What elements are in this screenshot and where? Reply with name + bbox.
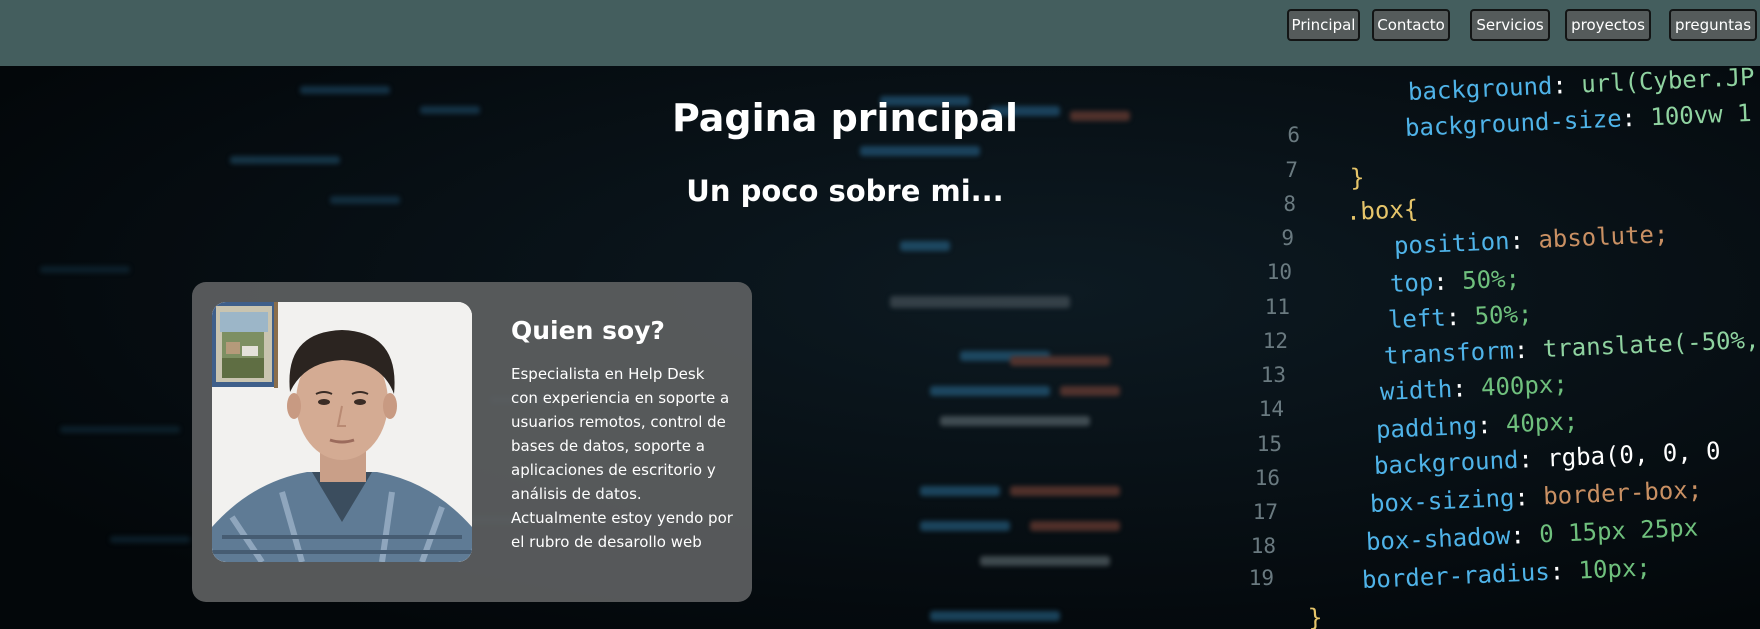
code-line: } [1307, 603, 1323, 629]
nav-contacto-button[interactable]: Contacto [1372, 9, 1450, 41]
nav-proyectos-button[interactable]: proyectos [1565, 9, 1651, 41]
line-number: 10 [1266, 260, 1292, 284]
code-property: left [1387, 303, 1447, 334]
line-number: 15 [1256, 432, 1282, 456]
code-brace: } [1307, 603, 1324, 629]
nav-principal-button[interactable]: Principal [1287, 9, 1360, 41]
code-property: position [1393, 226, 1511, 260]
page-subtitle: Un poco sobre mi... [686, 174, 1004, 208]
code-value: 400px; [1480, 369, 1569, 402]
line-number: 16 [1254, 466, 1280, 490]
line-number: 18 [1250, 534, 1276, 558]
code-value: 50%; [1474, 299, 1533, 331]
code-value: 10px; [1577, 553, 1652, 585]
code-value: 50%; [1461, 264, 1521, 295]
code-property: width [1379, 374, 1453, 406]
code-value: absolute; [1537, 220, 1669, 254]
about-card: Quien soy? Especialista en Help Desk con… [192, 282, 752, 602]
about-description: Especialista en Help Desk con experienci… [511, 365, 733, 551]
page-title: Pagina principal [671, 96, 1019, 140]
code-property: transform [1383, 336, 1515, 370]
profile-photo [212, 302, 472, 562]
code-property: padding [1375, 411, 1478, 444]
line-number: 12 [1262, 329, 1288, 353]
line-number: 11 [1264, 295, 1290, 319]
code-value: 40px; [1505, 407, 1579, 439]
nav-preguntas-button[interactable]: preguntas [1669, 9, 1757, 41]
code-property: top [1389, 268, 1434, 298]
line-number: 14 [1258, 397, 1284, 421]
line-number: 17 [1252, 500, 1278, 524]
line-number: 19 [1248, 566, 1274, 590]
code-line: top: 50%; [1389, 264, 1521, 298]
top-navigation-bar: Principal Contacto Servicios proyectos p… [0, 0, 1760, 66]
line-number: 13 [1260, 363, 1286, 387]
nav-servicios-button[interactable]: Servicios [1470, 9, 1550, 41]
line-number: 9 [1281, 226, 1294, 250]
about-heading: Quien soy? [511, 316, 665, 345]
